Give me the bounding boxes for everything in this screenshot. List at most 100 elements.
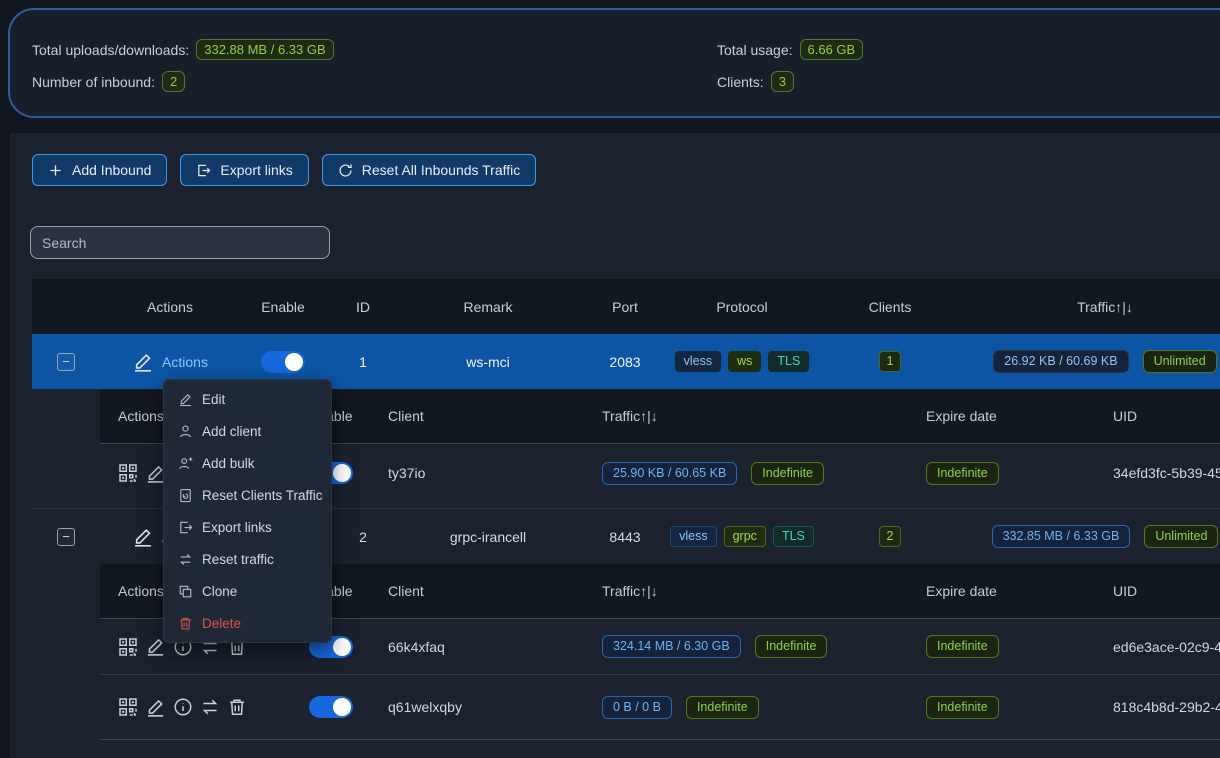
export-links-label: Export links <box>220 162 292 178</box>
edit-pen-icon[interactable] <box>145 697 166 718</box>
header-traffic-sort[interactable]: Traffic↑|↓ <box>590 564 915 618</box>
delete-icon[interactable] <box>227 697 247 717</box>
export-icon <box>196 163 211 178</box>
limit-badge: Indefinite <box>751 462 824 485</box>
uploads-downloads-badge: 332.88 MB / 6.33 GB <box>196 39 333 60</box>
inbounds-page: Total uploads/downloads: 332.88 MB / 6.3… <box>0 0 1220 758</box>
inbound-id: 1 <box>326 334 400 389</box>
export-links-button[interactable]: Export links <box>180 154 308 186</box>
traffic-badge: 0 B / 0 B <box>602 696 672 719</box>
traffic-badge: 26.92 KB / 60.69 KB <box>993 350 1128 373</box>
reset-clients-icon <box>178 488 193 503</box>
plus-icon <box>48 163 63 178</box>
header-port: Port <box>576 279 674 334</box>
header-uid: UID <box>1100 564 1220 618</box>
client-count-badge: 2 <box>879 526 902 547</box>
inbound-remark: ws-mci <box>400 334 576 389</box>
qr-code-icon[interactable] <box>118 697 138 717</box>
export-icon <box>178 520 193 535</box>
inbound-id: 2 <box>326 509 400 564</box>
expire-badge: Indefinite <box>926 462 999 485</box>
header-expire-date: Expire date <box>915 564 1100 618</box>
header-actions: Actions <box>100 279 240 334</box>
actions-context-menu: Edit Add client Add bulk Reset Clients T… <box>163 379 332 643</box>
qr-code-icon[interactable] <box>118 463 138 483</box>
header-protocol: Protocol <box>674 279 810 334</box>
enable-toggle[interactable] <box>309 696 353 718</box>
qr-code-icon[interactable] <box>118 637 138 657</box>
clients-count-label: Clients: <box>717 74 764 90</box>
menu-item-add-bulk[interactable]: Add bulk <box>164 447 331 479</box>
traffic-badge: 324.14 MB / 6.30 GB <box>602 635 741 658</box>
client-row-q61welxqby: q61welxqby 0 B / 0 B Indefinite Indefini… <box>100 675 1220 739</box>
total-usage-badge: 6.66 GB <box>800 39 864 60</box>
actions-dropdown-link[interactable]: Actions <box>162 354 208 370</box>
edit-pen-icon[interactable] <box>132 351 154 373</box>
menu-item-reset-clients-traffic[interactable]: Reset Clients Traffic <box>164 479 331 511</box>
clone-icon <box>178 584 193 599</box>
client-uid: 818c4b8d-29b2-4 <box>1100 675 1220 739</box>
add-inbound-button[interactable]: Add Inbound <box>32 154 167 186</box>
search-input[interactable] <box>30 226 330 259</box>
reset-all-traffic-button[interactable]: Reset All Inbounds Traffic <box>322 154 537 186</box>
menu-item-export-links[interactable]: Export links <box>164 511 331 543</box>
transport-tag: ws <box>728 351 761 372</box>
toolbar: Add Inbound Export links Reset All Inbou… <box>32 154 536 186</box>
stats-card: Total uploads/downloads: 332.88 MB / 6.3… <box>8 8 1220 118</box>
edit-pen-icon <box>178 392 193 407</box>
client-name: ty37io <box>378 444 590 502</box>
menu-item-label: Export links <box>202 520 272 535</box>
client-count-badge: 1 <box>879 351 902 372</box>
menu-item-label: Edit <box>202 392 225 407</box>
header-clients: Clients <box>810 279 970 334</box>
header-id: ID <box>326 279 400 334</box>
tls-tag: TLS <box>773 526 814 547</box>
header-enable: Enable <box>240 279 326 334</box>
uploads-downloads-label: Total uploads/downloads: <box>32 42 189 58</box>
header-remark: Remark <box>400 279 576 334</box>
user-add-icon <box>178 456 193 471</box>
menu-item-reset-traffic[interactable]: Reset traffic <box>164 543 331 575</box>
reload-icon <box>338 163 353 178</box>
header-client: Client <box>378 564 590 618</box>
collapse-checkbox[interactable]: − <box>57 353 75 371</box>
menu-item-label: Reset traffic <box>202 552 274 567</box>
search-box <box>30 226 330 259</box>
inbound-remark: grpc-irancell <box>400 509 576 564</box>
client-name: 66k4xfaq <box>378 619 590 674</box>
client-uid: 34efd3fc-5b39-45 <box>1100 444 1220 502</box>
edit-pen-icon[interactable] <box>132 526 154 548</box>
traffic-badge: 25.90 KB / 60.65 KB <box>602 462 737 485</box>
menu-item-label: Reset Clients Traffic <box>202 488 323 503</box>
header-uid: UID <box>1100 389 1220 443</box>
reset-traffic-icon[interactable] <box>200 697 220 717</box>
menu-item-label: Add client <box>202 424 261 439</box>
expire-badge: Indefinite <box>926 635 999 658</box>
limit-badge: Indefinite <box>686 696 759 719</box>
menu-item-edit[interactable]: Edit <box>164 383 331 415</box>
menu-item-clone[interactable]: Clone <box>164 575 331 607</box>
menu-item-label: Add bulk <box>202 456 255 471</box>
protocol-tag: vless <box>675 351 721 372</box>
header-traffic-sort[interactable]: Traffic↑|↓ <box>590 389 915 443</box>
transport-tag: grpc <box>724 526 766 547</box>
info-icon[interactable] <box>173 697 193 717</box>
client-uid: ed6e3ace-02c9-4 <box>1100 619 1220 674</box>
inbound-port: 2083 <box>576 334 674 389</box>
header-traffic-sort[interactable]: Traffic↑|↓ <box>970 279 1220 334</box>
tls-tag: TLS <box>768 351 809 372</box>
client-name: q61welxqby <box>378 675 590 739</box>
inbound-count-badge: 2 <box>162 71 185 92</box>
header-client: Client <box>378 389 590 443</box>
menu-item-delete[interactable]: Delete <box>164 607 331 639</box>
menu-item-label: Clone <box>202 584 237 599</box>
swap-arrows-icon <box>178 552 193 567</box>
inbounds-table-header: Actions Enable ID Remark Port Protocol C… <box>32 279 1220 334</box>
enable-toggle[interactable] <box>261 351 305 373</box>
inbound-count-label: Number of inbound: <box>32 74 155 90</box>
clients-count-badge: 3 <box>771 71 794 92</box>
menu-item-add-client[interactable]: Add client <box>164 415 331 447</box>
collapse-checkbox[interactable]: − <box>57 528 75 546</box>
traffic-badge: 332.85 MB / 6.33 GB <box>992 525 1131 548</box>
trash-icon <box>178 616 193 631</box>
